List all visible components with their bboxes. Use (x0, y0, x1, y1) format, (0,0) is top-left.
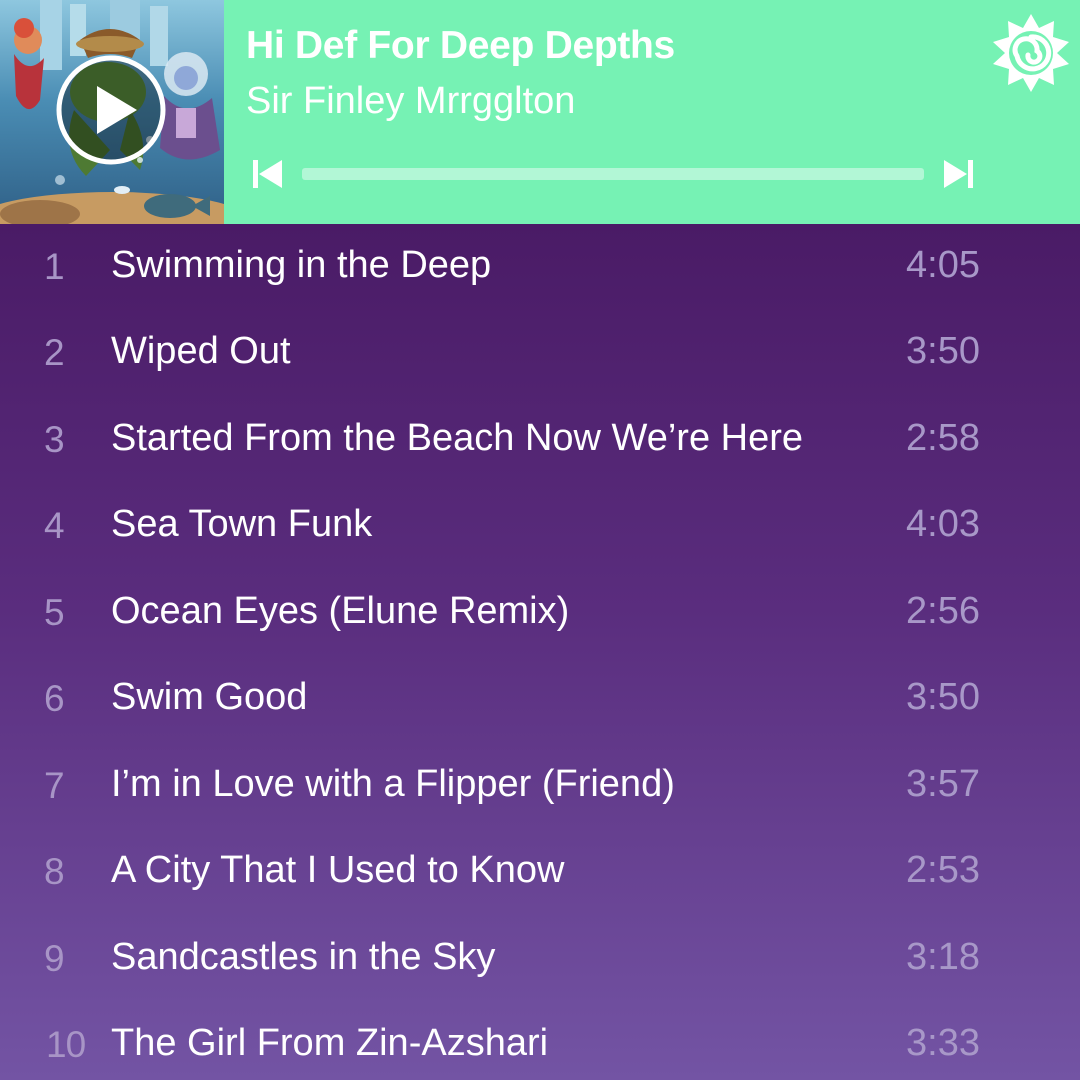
track-title: Started From the Beach Now We’re Here (111, 417, 804, 459)
track-row[interactable]: 4 Sea Town Funk 4:03 (0, 483, 1080, 570)
track-title: A City That I Used to Know (111, 849, 565, 891)
music-player-app: Hi Def For Deep Depths Sir Finley Mrrggl… (0, 0, 1080, 1080)
now-playing-title: Hi Def For Deep Depths (246, 24, 675, 67)
track-row[interactable]: 8 A City That I Used to Know 2:53 (0, 829, 1080, 916)
track-row[interactable]: 3 Started From the Beach Now We’re Here … (0, 397, 1080, 484)
track-row[interactable]: 1 Swimming in the Deep 4:05 (0, 224, 1080, 311)
track-duration: 4:05 (906, 244, 980, 286)
track-number: 7 (44, 765, 65, 806)
now-playing-artist: Sir Finley Mrrgglton (246, 80, 576, 122)
track-row[interactable]: 7 I’m in Love with a Flipper (Friend) 3:… (0, 743, 1080, 830)
track-number: 10 (46, 1024, 86, 1065)
track-title: Swimming in the Deep (111, 244, 492, 286)
track-duration: 3:18 (906, 936, 980, 978)
track-number: 8 (44, 851, 65, 892)
track-title: Wiped Out (111, 330, 291, 372)
track-title: Ocean Eyes (Elune Remix) (111, 590, 570, 632)
track-number: 5 (44, 592, 65, 633)
track-number: 6 (44, 678, 65, 719)
track-duration: 2:58 (906, 417, 980, 459)
track-duration: 3:33 (906, 1022, 980, 1064)
progress-bar[interactable] (302, 168, 924, 180)
track-duration: 2:56 (906, 590, 980, 632)
track-duration: 3:50 (906, 676, 980, 718)
track-row[interactable]: 6 Swim Good 3:50 (0, 656, 1080, 743)
track-row[interactable]: 9 Sandcastles in the Sky 3:18 (0, 916, 1080, 1003)
hearthstone-logo-icon (990, 12, 1072, 94)
track-list: 1 Swimming in the Deep 4:05 2 Wiped Out … (0, 224, 1080, 1080)
track-number: 9 (44, 938, 65, 979)
track-number: 4 (44, 505, 65, 546)
skip-next-button[interactable] (940, 156, 976, 192)
track-row[interactable]: 10 The Girl From Zin-Azshari 3:33 (0, 1002, 1080, 1080)
track-duration: 4:03 (906, 503, 980, 545)
track-row[interactable]: 2 Wiped Out 3:50 (0, 310, 1080, 397)
track-title: Sandcastles in the Sky (111, 936, 496, 978)
now-playing-header: Hi Def For Deep Depths Sir Finley Mrrggl… (0, 0, 1080, 224)
skip-previous-icon (253, 160, 282, 188)
play-button[interactable] (55, 54, 167, 166)
track-duration: 3:57 (906, 763, 980, 805)
track-title: The Girl From Zin-Azshari (111, 1022, 549, 1064)
skip-next-icon (944, 160, 973, 188)
track-title: Sea Town Funk (111, 503, 373, 545)
track-number: 1 (44, 246, 65, 287)
track-title: I’m in Love with a Flipper (Friend) (111, 763, 675, 805)
track-number: 2 (44, 332, 65, 373)
track-duration: 2:53 (906, 849, 980, 891)
track-row[interactable]: 5 Ocean Eyes (Elune Remix) 2:56 (0, 570, 1080, 657)
album-art (0, 0, 224, 224)
track-number: 3 (44, 419, 65, 460)
skip-previous-button[interactable] (250, 156, 286, 192)
track-duration: 3:50 (906, 330, 980, 372)
play-icon (56, 55, 166, 165)
track-title: Swim Good (111, 676, 308, 718)
